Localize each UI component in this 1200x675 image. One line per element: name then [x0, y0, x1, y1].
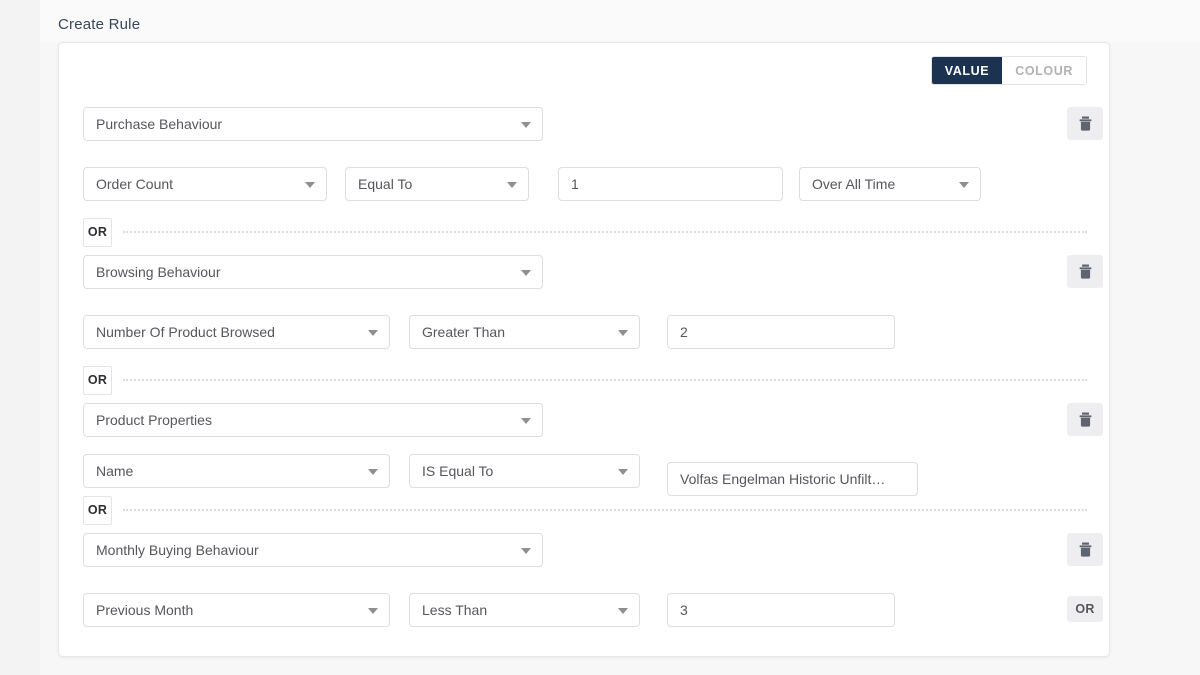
group-1-separator-line	[123, 379, 1087, 381]
group-3-operator-value: Less Than	[422, 602, 488, 618]
group-1-separator-chip[interactable]: OR	[83, 365, 112, 395]
group-1-delete-button[interactable]	[1067, 255, 1103, 288]
create-rule-card: VALUE COLOUR Purchase Behaviour Order Co…	[58, 42, 1110, 657]
chevron-down-icon	[618, 608, 628, 614]
trash-icon	[1079, 116, 1091, 131]
group-1-operator-select[interactable]: Greater Than	[409, 315, 640, 349]
group-0-category-select[interactable]: Purchase Behaviour	[83, 107, 543, 141]
group-0-value-text: 1	[571, 176, 579, 192]
trash-icon	[1079, 542, 1091, 557]
group-0-timeframe-select[interactable]: Over All Time	[799, 167, 981, 201]
group-1-category-select[interactable]: Browsing Behaviour	[83, 255, 543, 289]
chevron-down-icon	[521, 122, 531, 128]
group-0-timeframe-value: Over All Time	[812, 176, 896, 192]
group-2-value-text: Volfas Engelman Historic Unfilt…	[680, 471, 886, 487]
group-0-delete-button[interactable]	[1067, 107, 1103, 140]
chevron-down-icon	[521, 548, 531, 554]
group-0-field-value: Order Count	[96, 176, 174, 192]
group-3-delete-button[interactable]	[1067, 533, 1103, 566]
chevron-down-icon	[959, 182, 969, 188]
chevron-down-icon	[368, 469, 378, 475]
toggle-tab-value[interactable]: VALUE	[931, 57, 1003, 84]
chevron-down-icon	[507, 182, 517, 188]
trash-icon	[1079, 264, 1091, 279]
group-2-delete-button[interactable]	[1067, 403, 1103, 436]
value-colour-toggle[interactable]: VALUE COLOUR	[930, 56, 1087, 85]
chevron-down-icon	[521, 418, 531, 424]
group-2-field-value: Name	[96, 463, 134, 479]
group-3-value-text: 3	[680, 602, 688, 618]
group-1-value-input[interactable]: 2	[667, 315, 895, 349]
group-3-operator-select[interactable]: Less Than	[409, 593, 640, 627]
group-0-value-input[interactable]: 1	[558, 167, 783, 201]
chevron-down-icon	[521, 270, 531, 276]
rule-builder-page: Create Rule VALUE COLOUR Purchase Behavi…	[40, 0, 1200, 675]
group-0-operator-select[interactable]: Equal To	[345, 167, 529, 201]
group-2-separator-line	[123, 509, 1087, 511]
group-2-value-input[interactable]: Volfas Engelman Historic Unfilt…	[667, 462, 918, 496]
group-1-field-value: Number Of Product Browsed	[96, 324, 275, 340]
group-3-value-input[interactable]: 3	[667, 593, 895, 627]
group-2-separator-chip[interactable]: OR	[83, 495, 112, 525]
group-0-field-select[interactable]: Order Count	[83, 167, 327, 201]
group-0-category-value: Purchase Behaviour	[96, 116, 223, 132]
page-title: Create Rule	[58, 16, 141, 33]
group-0-separator-line	[123, 231, 1087, 233]
chevron-down-icon	[305, 182, 315, 188]
group-0-separator-chip[interactable]: OR	[83, 217, 112, 247]
chevron-down-icon	[618, 330, 628, 336]
chevron-down-icon	[618, 469, 628, 475]
trash-icon	[1079, 412, 1091, 427]
group-2-category-value: Product Properties	[96, 412, 212, 428]
group-2-separator: OR	[83, 495, 1087, 525]
group-3-field-select[interactable]: Previous Month	[83, 593, 390, 627]
group-3-field-value: Previous Month	[96, 602, 194, 618]
chevron-down-icon	[368, 608, 378, 614]
group-0-separator: OR	[83, 217, 1087, 247]
group-2-operator-value: IS Equal To	[422, 463, 494, 479]
add-or-condition-button[interactable]: OR	[1067, 596, 1103, 622]
page-left-gutter	[0, 0, 40, 675]
group-3-category-value: Monthly Buying Behaviour	[96, 542, 259, 558]
group-1-value-text: 2	[680, 324, 688, 340]
group-2-category-select[interactable]: Product Properties	[83, 403, 543, 437]
toggle-tab-colour[interactable]: COLOUR	[1002, 57, 1086, 84]
group-1-field-select[interactable]: Number Of Product Browsed	[83, 315, 390, 349]
group-1-operator-value: Greater Than	[422, 324, 506, 340]
chevron-down-icon	[368, 330, 378, 336]
group-0-operator-value: Equal To	[358, 176, 413, 192]
group-3-category-select[interactable]: Monthly Buying Behaviour	[83, 533, 543, 567]
group-1-separator: OR	[83, 365, 1087, 395]
group-2-field-select[interactable]: Name	[83, 454, 390, 488]
group-2-operator-select[interactable]: IS Equal To	[409, 454, 640, 488]
group-1-category-value: Browsing Behaviour	[96, 264, 221, 280]
